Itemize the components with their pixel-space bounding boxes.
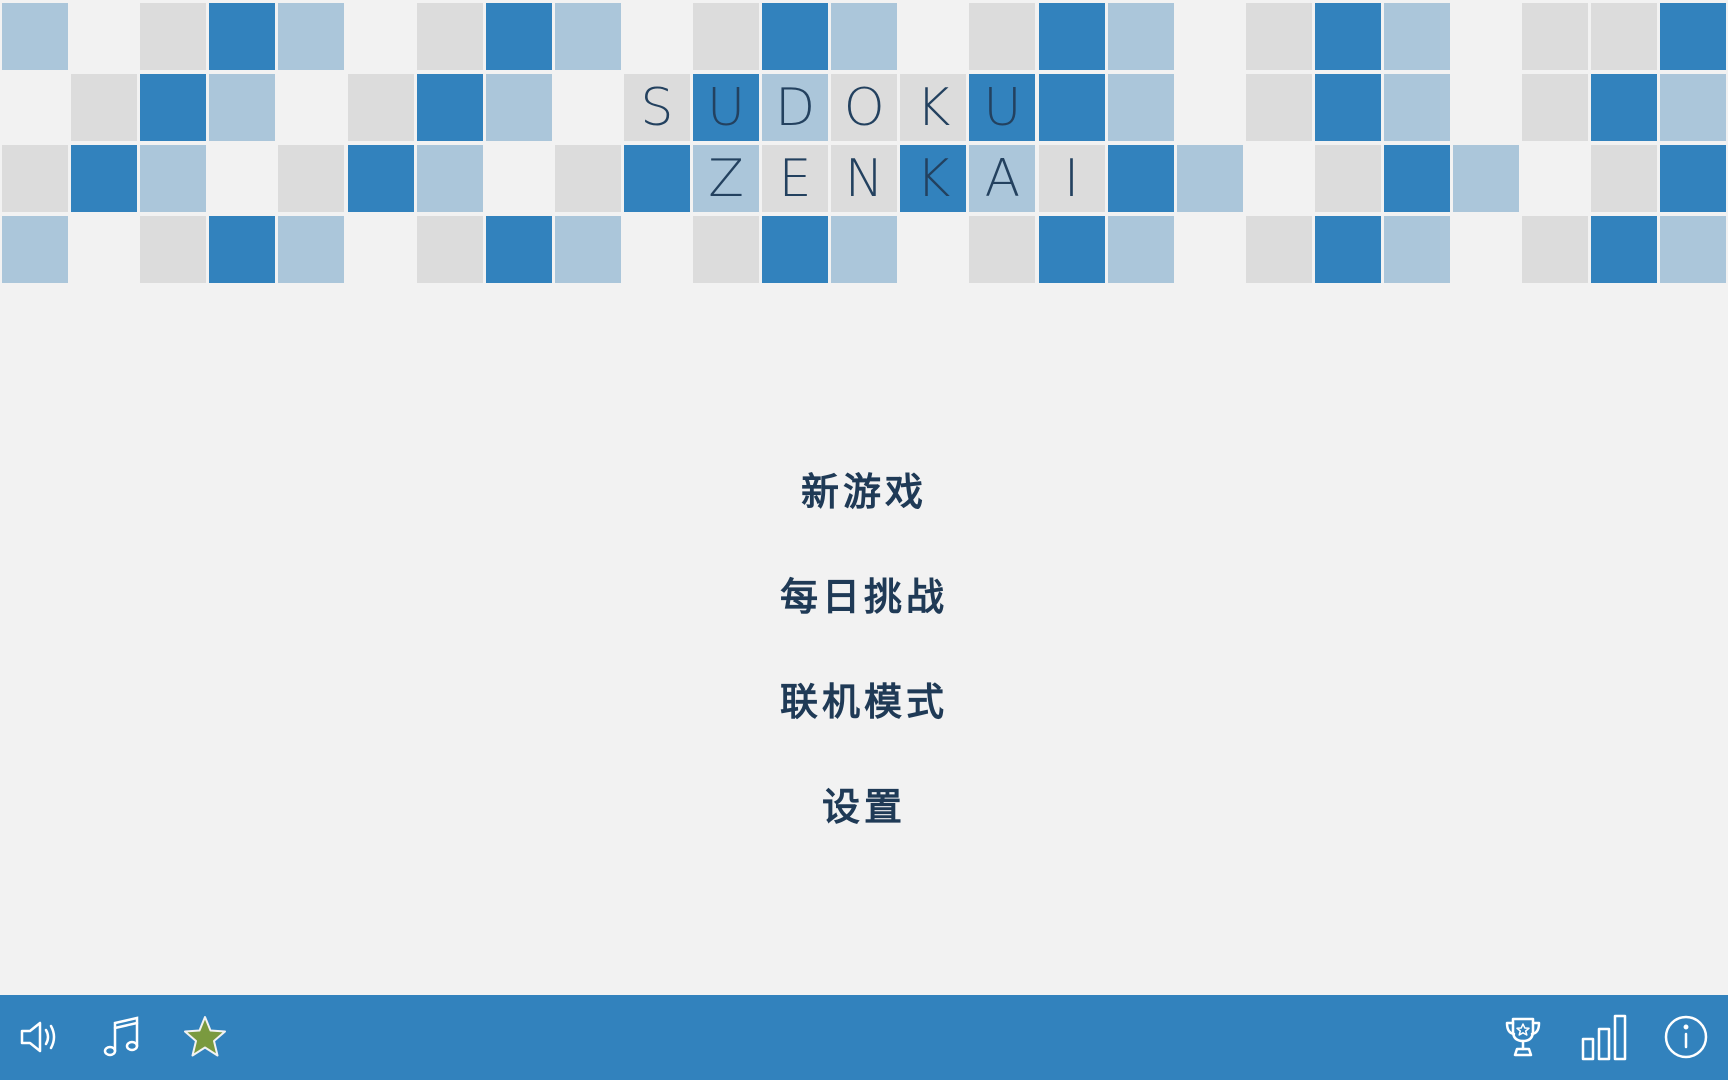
title-letter-tile: N <box>831 145 898 212</box>
decorative-tile <box>969 216 1036 283</box>
decorative-tile <box>416 216 483 283</box>
decorative-tile <box>485 216 552 283</box>
decorative-tile <box>831 3 898 70</box>
decorative-tile <box>1591 3 1658 70</box>
decorative-tile <box>1522 3 1589 70</box>
decorative-tile <box>1522 216 1589 283</box>
title-letter-tile: E <box>762 145 829 212</box>
achievements-button[interactable] <box>1493 1007 1553 1067</box>
title-letter-tile: K <box>900 145 967 212</box>
title-letter-tile: S <box>623 74 690 141</box>
decorative-tile <box>209 216 276 283</box>
decorative-tile <box>554 145 621 212</box>
decorative-tile <box>140 145 207 212</box>
decorative-tile <box>1245 3 1312 70</box>
online-mode-button[interactable]: 联机模式 <box>760 650 968 755</box>
tile-banner: SUDOKUZENKAI <box>0 0 1728 286</box>
statistics-button[interactable] <box>1574 1007 1634 1067</box>
decorative-tile <box>762 216 829 283</box>
decorative-tile <box>1384 74 1450 141</box>
decorative-tile <box>140 74 207 141</box>
decorative-tile <box>1038 74 1105 141</box>
decorative-tile <box>2 145 68 212</box>
decorative-tile <box>1314 3 1381 70</box>
decorative-tile <box>278 216 345 283</box>
decorative-tile <box>1591 145 1658 212</box>
decorative-tile <box>1660 145 1727 212</box>
decorative-tile <box>554 3 621 70</box>
bottom-toolbar <box>0 995 1728 1080</box>
decorative-tile <box>1314 145 1381 212</box>
decorative-tile <box>1384 3 1450 70</box>
decorative-tile <box>1245 74 1312 141</box>
bar-chart-icon <box>1581 1014 1627 1061</box>
trophy-icon <box>1505 1017 1541 1057</box>
decorative-tile <box>140 216 207 283</box>
music-button[interactable] <box>92 1007 152 1067</box>
decorative-tile <box>693 3 759 70</box>
decorative-tile <box>1314 74 1381 141</box>
decorative-tile <box>1107 216 1174 283</box>
sound-button[interactable] <box>10 1007 70 1067</box>
decorative-tile <box>969 3 1036 70</box>
decorative-tile <box>1107 74 1174 141</box>
decorative-tile <box>1660 3 1727 70</box>
main-menu: 新游戏 每日挑战 联机模式 设置 <box>0 440 1728 860</box>
decorative-tile <box>1453 145 1520 212</box>
decorative-tile <box>416 3 483 70</box>
decorative-tile <box>1176 145 1243 212</box>
decorative-tile <box>485 3 552 70</box>
decorative-tile <box>140 3 207 70</box>
decorative-tile <box>485 74 552 141</box>
new-game-button[interactable]: 新游戏 <box>781 440 947 545</box>
daily-challenge-button[interactable]: 每日挑战 <box>760 545 968 650</box>
settings-button[interactable]: 设置 <box>802 755 926 860</box>
title-letter-tile: I <box>1038 145 1105 212</box>
decorative-tile <box>1660 74 1727 141</box>
decorative-tile <box>1107 3 1174 70</box>
decorative-tile <box>278 145 345 212</box>
decorative-tile <box>1591 216 1658 283</box>
rate-button[interactable] <box>175 1007 235 1067</box>
decorative-tile <box>416 145 483 212</box>
decorative-tile <box>1522 74 1589 141</box>
title-letter-tile: D <box>762 74 829 141</box>
decorative-tile <box>347 74 414 141</box>
star-icon <box>184 1016 226 1057</box>
music-note-icon <box>103 1016 139 1057</box>
info-icon <box>1664 1015 1708 1059</box>
title-letter-tile: Z <box>693 145 759 212</box>
title-letter-tile: U <box>693 74 759 141</box>
decorative-tile <box>693 216 759 283</box>
title-letter-tile: O <box>831 74 898 141</box>
decorative-tile <box>1038 3 1105 70</box>
info-button[interactable] <box>1656 1007 1716 1067</box>
decorative-tile <box>347 145 414 212</box>
decorative-tile <box>71 74 138 141</box>
decorative-tile <box>1384 216 1450 283</box>
decorative-tile <box>1245 216 1312 283</box>
decorative-tile <box>762 3 829 70</box>
decorative-tile <box>1591 74 1658 141</box>
decorative-tile <box>1314 216 1381 283</box>
decorative-tile <box>209 74 276 141</box>
decorative-tile <box>554 216 621 283</box>
decorative-tile <box>623 145 690 212</box>
title-letter-tile: K <box>900 74 967 141</box>
title-letter-tile: U <box>969 74 1036 141</box>
decorative-tile <box>2 216 68 283</box>
decorative-tile <box>71 145 138 212</box>
decorative-tile <box>278 3 345 70</box>
decorative-tile <box>831 216 898 283</box>
decorative-tile <box>416 74 483 141</box>
decorative-tile <box>1107 145 1174 212</box>
title-letter-tile: A <box>969 145 1036 212</box>
decorative-tile <box>2 3 68 70</box>
decorative-tile <box>209 3 276 70</box>
sound-icon <box>20 1021 56 1053</box>
decorative-tile <box>1660 216 1727 283</box>
decorative-tile <box>1384 145 1450 212</box>
decorative-tile <box>1038 216 1105 283</box>
